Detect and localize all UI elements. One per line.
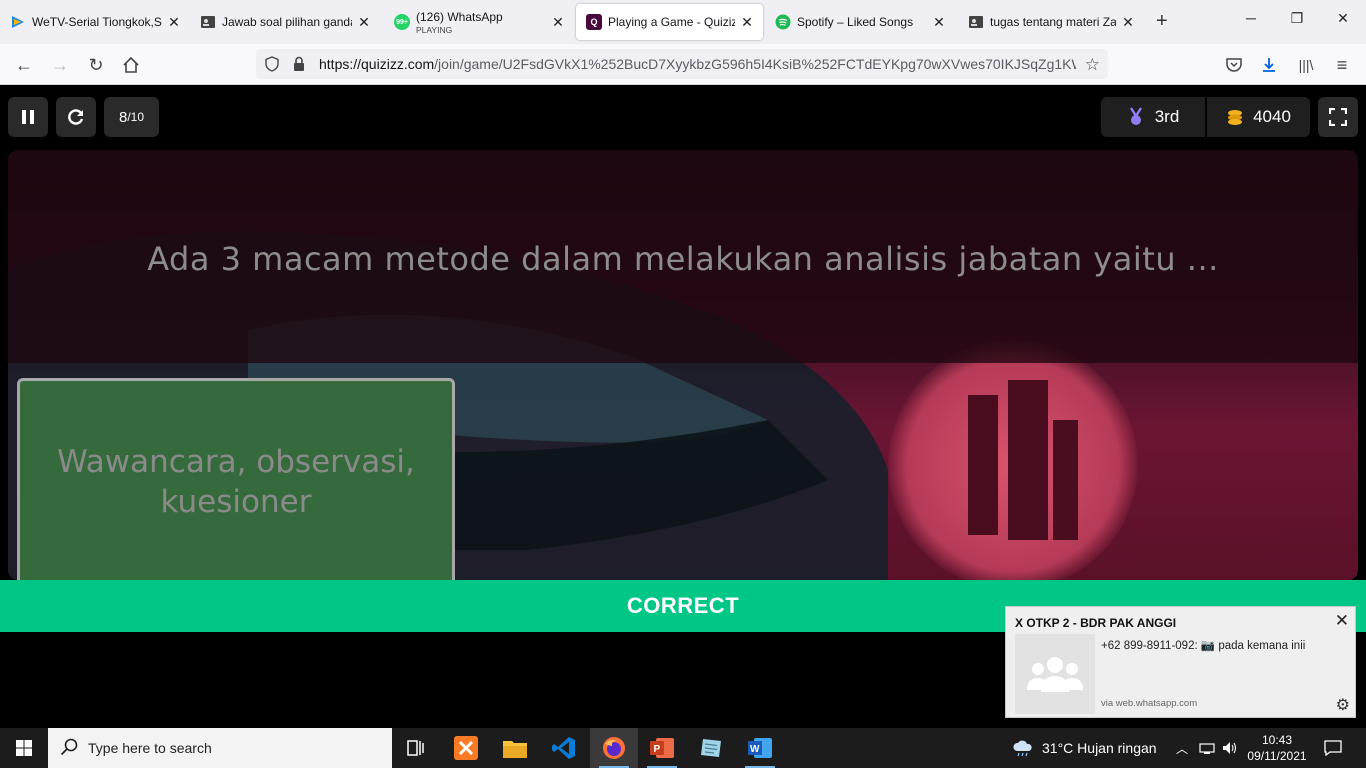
search-icon [60, 738, 78, 759]
weather-widget[interactable]: 31°C Hujan ringan [1012, 728, 1157, 768]
notification-source: via web.whatsapp.com [1101, 698, 1198, 709]
url-host: https://quizizz.com [319, 56, 435, 72]
tab-quizizz[interactable]: Q Playing a Game - Quizizz ✕ [576, 4, 763, 40]
points-value: 4040 [1253, 107, 1291, 126]
rank-display: 3rd [1101, 97, 1205, 137]
whatsapp-notification[interactable]: X OTKP 2 - BDR PAK ANGGI ✕ +62 899-8911-… [1005, 606, 1356, 718]
tab-title: Jawab soal pilihan ganda [222, 15, 352, 29]
bookmark-star-icon[interactable]: ☆ [1085, 55, 1100, 75]
progress-total: /10 [127, 110, 145, 124]
powerpoint-icon[interactable]: P [638, 728, 686, 768]
windows-start-icon[interactable] [0, 728, 48, 768]
whatsapp-icon: 99+ [394, 14, 410, 30]
tab-jawab-soal[interactable]: Jawab soal pilihan ganda ✕ [190, 4, 380, 40]
close-icon[interactable]: ✕ [1335, 611, 1349, 631]
chevron-up-icon[interactable]: ︿ [1176, 728, 1188, 768]
menu-icon[interactable]: ≡ [1330, 53, 1354, 77]
window-close-icon[interactable]: ✕ [1320, 10, 1366, 27]
close-icon[interactable]: ✕ [739, 14, 755, 31]
cloud-rain-icon [1013, 740, 1032, 757]
restore-icon[interactable]: ❐ [1274, 10, 1320, 27]
tab-playing-label: PLAYING [416, 24, 453, 35]
tab-title-block: (126) WhatsApp PLAYING [416, 10, 546, 35]
notification-center-icon[interactable] [1324, 728, 1342, 768]
progress-current: 8 [118, 108, 128, 126]
task-view-icon[interactable] [392, 728, 440, 768]
back-icon[interactable]: ← [12, 53, 36, 77]
reload-icon[interactable]: ↻ [84, 53, 108, 77]
clock-time: 10:43 [1261, 733, 1293, 747]
wetv-icon [10, 14, 26, 30]
doc-icon [968, 14, 984, 30]
quiz-top-bar: 8/10 3rd 4040 [0, 85, 1366, 149]
tab-wetv[interactable]: WeTV-Serial Tiongkok,Se ✕ [0, 4, 190, 40]
spotify-icon [775, 14, 791, 30]
tab-title: (126) WhatsApp [416, 9, 503, 24]
notepad-icon[interactable] [687, 728, 735, 768]
coins-icon [1228, 110, 1243, 125]
correct-answer-option: Wawancara, observasi, kuesioner [17, 378, 455, 593]
tab-title: WeTV-Serial Tiongkok,Se [32, 15, 162, 29]
pause-icon [22, 110, 34, 124]
address-bar[interactable]: https://quizizz.com/join/game/U2FsdGVkX1… [256, 49, 1108, 79]
medal-icon [1129, 107, 1142, 125]
close-icon[interactable]: ✕ [356, 14, 372, 31]
svg-text:W: W [750, 744, 760, 755]
volume-icon[interactable] [1222, 728, 1238, 768]
library-icon[interactable]: |||\ [1294, 53, 1318, 77]
rank-value: 3rd [1154, 107, 1180, 126]
url-text: https://quizizz.com/join/game/U2FsdGVkX1… [319, 56, 1076, 72]
file-explorer-icon[interactable] [491, 728, 539, 768]
minimize-icon[interactable]: ─ [1228, 10, 1274, 26]
close-icon[interactable]: ✕ [550, 14, 566, 31]
question-text: Ada 3 macam metode dalam melakukan anali… [147, 240, 1219, 278]
lock-icon[interactable] [292, 56, 306, 77]
close-icon[interactable]: ✕ [931, 14, 947, 31]
restart-button[interactable] [56, 97, 96, 137]
tab-tugas[interactable]: tugas tentang materi Zak ✕ [958, 4, 1144, 40]
weather-text: 31°C Hujan ringan [1042, 740, 1157, 756]
points-display: 4040 [1207, 97, 1310, 137]
tab-whatsapp[interactable]: 99+ (126) WhatsApp PLAYING ✕ [384, 4, 574, 40]
group-avatar-icon [1015, 634, 1095, 714]
taskbar: Type here to search P W 31°C Hujan ringa… [0, 728, 1366, 768]
fullscreen-icon [1329, 108, 1347, 126]
url-path: /join/game/U2FsdGVkX1%252BucD7XyykbzG596… [434, 56, 1076, 72]
xampp-icon[interactable] [442, 728, 490, 768]
tab-title: Spotify – Liked Songs [797, 15, 914, 29]
network-icon[interactable] [1199, 728, 1215, 768]
word-icon[interactable]: W [736, 728, 784, 768]
fullscreen-button[interactable] [1318, 97, 1358, 137]
vscode-icon[interactable] [540, 728, 588, 768]
question-progress: 8/10 [104, 97, 159, 137]
navigation-bar: ← → ↻ https://quizizz.com/join/game/U2Fs… [0, 44, 1366, 85]
refresh-icon [68, 109, 84, 125]
doc-icon [200, 14, 216, 30]
close-icon[interactable]: ✕ [166, 14, 182, 31]
pause-button[interactable] [8, 97, 48, 137]
tab-spotify[interactable]: Spotify – Liked Songs ✕ [765, 4, 955, 40]
firefox-icon[interactable] [590, 728, 638, 768]
gear-icon[interactable]: ⚙ [1336, 695, 1350, 715]
clock-date: 09/11/2021 [1247, 749, 1307, 763]
svg-text:P: P [654, 744, 661, 755]
close-icon[interactable]: ✕ [1120, 14, 1136, 31]
shield-icon[interactable] [264, 56, 280, 77]
notification-title: X OTKP 2 - BDR PAK ANGGI [1015, 616, 1177, 630]
home-icon[interactable] [119, 53, 143, 77]
notification-message: +62 899-8911-092: 📷 pada kemana inii [1101, 640, 1306, 652]
answer-text: Wawancara, observasi, kuesioner [57, 443, 415, 520]
tab-title: Playing a Game - Quizizz [608, 15, 735, 29]
tab-title: tugas tentang materi Zak [990, 15, 1116, 29]
quizizz-icon: Q [586, 14, 602, 30]
download-icon[interactable] [1257, 53, 1281, 77]
system-clock[interactable]: 10:43 09/11/2021 [1242, 732, 1312, 764]
search-placeholder: Type here to search [88, 740, 212, 756]
browser-tab-strip: WeTV-Serial Tiongkok,Se ✕ Jawab soal pil… [0, 0, 1366, 44]
taskbar-search-box[interactable]: Type here to search [48, 728, 392, 768]
forward-icon[interactable]: → [48, 53, 72, 77]
pocket-icon[interactable] [1222, 53, 1246, 77]
new-tab-icon[interactable]: + [1156, 10, 1168, 33]
